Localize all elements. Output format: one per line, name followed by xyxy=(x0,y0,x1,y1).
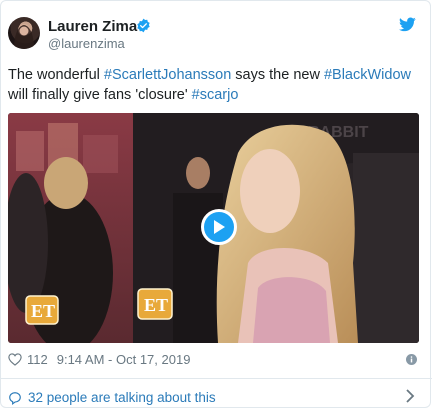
embedded-tweet-card: Lauren Zima @laurenzima The wonderful #S… xyxy=(0,0,432,408)
talking-count[interactable]: 32 people are talking about this xyxy=(28,390,216,405)
et-logo: ET xyxy=(31,301,55,321)
chevron-right-icon[interactable] xyxy=(405,389,415,403)
tweet-timestamp[interactable]: 9:14 AM - Oct 17, 2019 xyxy=(57,352,191,367)
heart-icon[interactable] xyxy=(8,353,22,366)
video-thumbnail[interactable]: RABBIT ET ET xyxy=(8,113,419,343)
info-icon[interactable] xyxy=(406,354,417,365)
et-logo: ET xyxy=(144,295,168,315)
tweet-meta: 112 9:14 AM - Oct 17, 2019 xyxy=(8,352,190,367)
author-handle[interactable]: @laurenzima xyxy=(48,36,125,51)
verified-badge-icon xyxy=(137,18,150,33)
hashtag-link[interactable]: #BlackWidow xyxy=(324,67,411,83)
tweet-text: The wonderful #ScarlettJohansson says th… xyxy=(8,65,418,105)
hashtag-link[interactable]: #scarjo xyxy=(192,87,239,103)
twitter-bird-icon[interactable] xyxy=(399,17,416,32)
speech-bubble-icon xyxy=(9,391,21,405)
author-name[interactable]: Lauren Zima xyxy=(48,18,137,35)
divider xyxy=(1,378,432,379)
play-icon xyxy=(214,220,225,234)
like-count[interactable]: 112 xyxy=(27,352,48,367)
conversation-link[interactable]: 32 people are talking about this xyxy=(8,390,216,405)
author-avatar[interactable] xyxy=(8,17,40,49)
play-button[interactable] xyxy=(201,209,237,245)
tweet-text-segment: says the new xyxy=(231,67,324,83)
tweet-text-segment: will finally give fans 'closure' xyxy=(8,87,192,103)
tweet-text-segment: The wonderful xyxy=(8,67,104,83)
hashtag-link[interactable]: #ScarlettJohansson xyxy=(104,67,231,83)
